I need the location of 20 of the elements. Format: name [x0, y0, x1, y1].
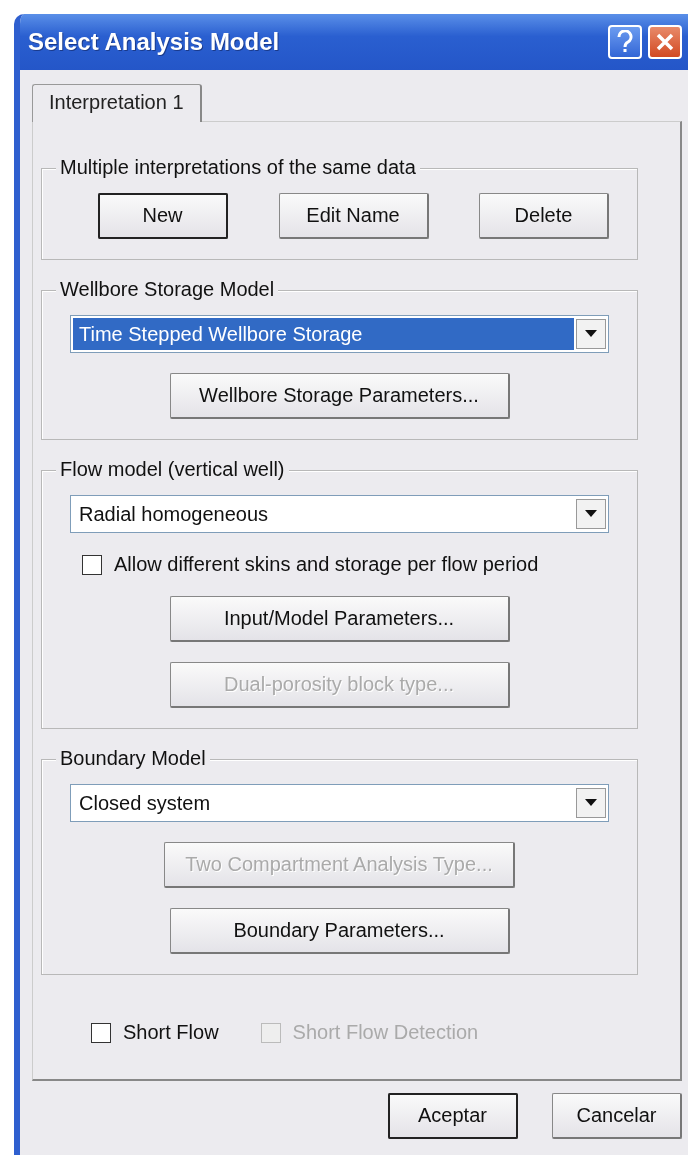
group-title: Multiple interpretations of the same data [56, 156, 420, 179]
push-button[interactable]: Boundary Parameters... [169, 908, 510, 954]
dropdown[interactable]: Closed system [70, 784, 609, 822]
dropdown[interactable]: Time Stepped Wellbore Storage [70, 315, 609, 353]
push-button[interactable]: Wellbore Storage Parameters... [169, 373, 510, 419]
push-button[interactable]: Delete [479, 193, 609, 239]
group-title: Flow model (vertical well) [56, 458, 289, 481]
push-button[interactable]: Cancelar [552, 1093, 682, 1139]
checkbox[interactable]: Allow different skins and storage per flow period [70, 553, 609, 576]
tab[interactable]: Interpretation 1 [32, 84, 202, 122]
push-button[interactable]: Edit Name [278, 193, 429, 239]
push-button[interactable]: Aceptar [388, 1093, 518, 1139]
dropdown-value: Time Stepped Wellbore Storage [73, 318, 574, 350]
dropdown[interactable]: Radial homogeneous [70, 495, 609, 533]
push-button[interactable]: New [98, 193, 228, 239]
group-title: Wellbore Storage Model [56, 278, 279, 301]
checkbox[interactable]: Short Flow [79, 1021, 219, 1044]
group-title: Boundary Model [56, 747, 210, 770]
push-button[interactable]: Input/Model Parameters... [169, 596, 510, 642]
window-title: Select Analysis Model [28, 28, 281, 56]
